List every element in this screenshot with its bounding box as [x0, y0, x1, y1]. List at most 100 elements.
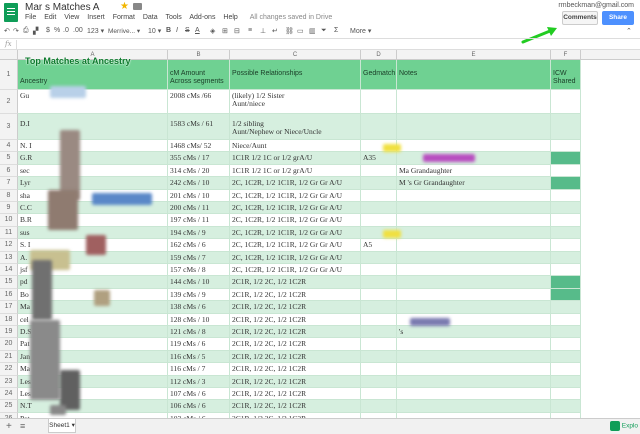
gedmatch-cell[interactable] [361, 90, 397, 114]
row-number[interactable]: 3 [0, 114, 18, 140]
relationship-cell[interactable]: 2C, 1C2R, 1/2 1C1R, 1/2 Gr Gr A/U [230, 251, 361, 264]
notes-cell[interactable] [397, 189, 551, 202]
row-number[interactable]: 11 [0, 226, 18, 240]
relationship-cell[interactable]: 1C1R 1/2 1C or 1/2 grA/U [230, 164, 361, 178]
gedmatch-cell[interactable] [361, 301, 397, 314]
notes-cell[interactable] [397, 388, 551, 401]
notes-cell[interactable] [397, 288, 551, 302]
column-header-d[interactable]: D [361, 50, 397, 60]
redo-icon[interactable]: ↷ [13, 27, 19, 35]
relationship-cell[interactable]: 2C, 1C2R, 1/2 1C1R, 1/2 Gr Gr A/U [230, 177, 361, 190]
icw-cell[interactable] [551, 239, 581, 252]
gedmatch-cell[interactable] [361, 338, 397, 351]
cm-amount-cell[interactable]: 121 cMs / 8 [168, 326, 230, 339]
row-number[interactable]: 15 [0, 276, 18, 289]
cm-amount-cell[interactable]: 242 cMs / 10 [168, 177, 230, 190]
cm-amount-cell[interactable]: 116 cMs / 5 [168, 350, 230, 364]
star-icon[interactable]: ★ [120, 1, 129, 12]
row-number[interactable]: 16 [0, 288, 18, 302]
paint-format-icon[interactable]: ▞ [33, 27, 38, 35]
notes-cell[interactable] [397, 350, 551, 364]
collapse-toolbar-icon[interactable]: ⌃ [626, 27, 632, 35]
ancestry-cell[interactable]: sec [18, 164, 168, 178]
notes-cell[interactable] [397, 301, 551, 314]
row-number[interactable]: 7 [0, 177, 18, 190]
row-number[interactable]: 18 [0, 313, 18, 326]
icw-cell[interactable] [551, 338, 581, 351]
cm-amount-cell[interactable]: 112 cMs / 3 [168, 375, 230, 388]
relationship-cell[interactable]: 2C1R, 1/2 2C, 1/2 1C2R [230, 276, 361, 289]
share-button[interactable]: Share [602, 11, 634, 25]
icw-cell[interactable] [551, 202, 581, 215]
cm-amount-cell[interactable]: 197 cMs / 11 [168, 214, 230, 227]
sheet-tab-sheet1[interactable]: Sheet1 ▾ [48, 419, 76, 433]
cm-amount-cell[interactable]: 355 cMs / 17 [168, 152, 230, 165]
row-number[interactable]: 2 [0, 90, 18, 114]
ancestry-cell[interactable]: N. I [18, 140, 168, 153]
select-all-corner[interactable] [0, 50, 18, 60]
folder-icon[interactable] [133, 3, 142, 10]
relationship-cell[interactable]: 2C1R, 1/2 2C, 1/2 1C2R [230, 375, 361, 388]
menu-view[interactable]: View [64, 14, 79, 21]
menu-edit[interactable]: Edit [44, 14, 56, 21]
menu-addons[interactable]: Add-ons [189, 14, 215, 21]
icw-cell[interactable] [551, 313, 581, 326]
menu-format[interactable]: Format [113, 14, 135, 21]
relationship-cell[interactable]: 2C, 1C2R, 1/2 1C1R, 1/2 Gr Gr A/U [230, 189, 361, 202]
icw-cell[interactable] [551, 226, 581, 240]
cm-amount-cell[interactable]: 128 cMs / 10 [168, 313, 230, 326]
bold-button[interactable]: B [166, 27, 171, 34]
gedmatch-cell[interactable] [361, 177, 397, 190]
filter-icon[interactable]: ⏷ [321, 27, 327, 35]
notes-cell[interactable] [397, 226, 551, 240]
cm-amount-cell[interactable]: 106 cMs / 6 [168, 400, 230, 413]
notes-cell[interactable] [397, 363, 551, 376]
relationship-cell[interactable]: 2C1R, 1/2 2C, 1/2 1C2R [230, 350, 361, 364]
relationship-cell[interactable]: 2C1R, 1/2 2C, 1/2 1C2R [230, 338, 361, 351]
menu-tools[interactable]: Tools [165, 14, 181, 21]
icw-cell[interactable] [551, 114, 581, 140]
align-left-icon[interactable]: ≡ [248, 27, 252, 34]
gedmatch-cell[interactable]: A35 [361, 152, 397, 165]
decrease-decimal-button[interactable]: .0 [63, 27, 69, 34]
notes-cell[interactable]: Ma Grandaughter [397, 164, 551, 178]
row-number[interactable]: 17 [0, 301, 18, 314]
header-gedmatch[interactable]: Gedmatch [361, 60, 397, 90]
ancestry-cell[interactable]: B.R [18, 214, 168, 227]
gedmatch-cell[interactable] [361, 375, 397, 388]
relationship-cell[interactable]: 1C1R 1/2 1C or 1/2 grA/U [230, 152, 361, 165]
text-color-button[interactable]: A [195, 27, 200, 34]
gedmatch-cell[interactable] [361, 276, 397, 289]
print-icon[interactable]: ⎙ [23, 27, 29, 35]
column-header-c[interactable]: C [230, 50, 361, 60]
cm-amount-cell[interactable]: 144 cMs / 10 [168, 276, 230, 289]
notes-cell[interactable] [397, 338, 551, 351]
row-number[interactable]: 20 [0, 338, 18, 351]
relationship-cell[interactable]: 2C1R, 1/2 2C, 1/2 1C2R [230, 363, 361, 376]
merge-cells-icon[interactable]: ⊟ [234, 27, 240, 35]
cm-amount-cell[interactable]: 119 cMs / 6 [168, 338, 230, 351]
cm-amount-cell[interactable]: 194 cMs / 9 [168, 226, 230, 240]
link-icon[interactable]: ⛓ [285, 27, 294, 35]
gedmatch-cell[interactable] [361, 264, 397, 277]
gedmatch-cell[interactable] [361, 350, 397, 364]
gedmatch-cell[interactable] [361, 313, 397, 326]
notes-cell[interactable] [397, 400, 551, 413]
relationship-cell[interactable]: 1/2 sibling Aunt/Nephew or Niece/Uncle [230, 114, 361, 140]
relationship-cell[interactable]: 2C1R, 1/2 2C, 1/2 1C2R [230, 301, 361, 314]
explore-button[interactable]: Explo [609, 421, 638, 431]
icw-cell[interactable] [551, 152, 581, 165]
icw-cell[interactable] [551, 214, 581, 227]
wrap-text-icon[interactable]: ↵ [272, 27, 278, 35]
row-number[interactable]: 23 [0, 375, 18, 388]
row-number[interactable]: 21 [0, 350, 18, 364]
notes-cell[interactable]: M 's Gr Grandaughter [397, 177, 551, 190]
ancestry-cell[interactable]: D.I [18, 114, 168, 140]
row-number[interactable]: 24 [0, 388, 18, 401]
notes-cell[interactable] [397, 214, 551, 227]
comments-button[interactable]: Comments [562, 11, 598, 25]
icw-cell[interactable] [551, 251, 581, 264]
icw-cell[interactable] [551, 264, 581, 277]
gedmatch-cell[interactable] [361, 114, 397, 140]
cm-amount-cell[interactable]: 116 cMs / 7 [168, 363, 230, 376]
